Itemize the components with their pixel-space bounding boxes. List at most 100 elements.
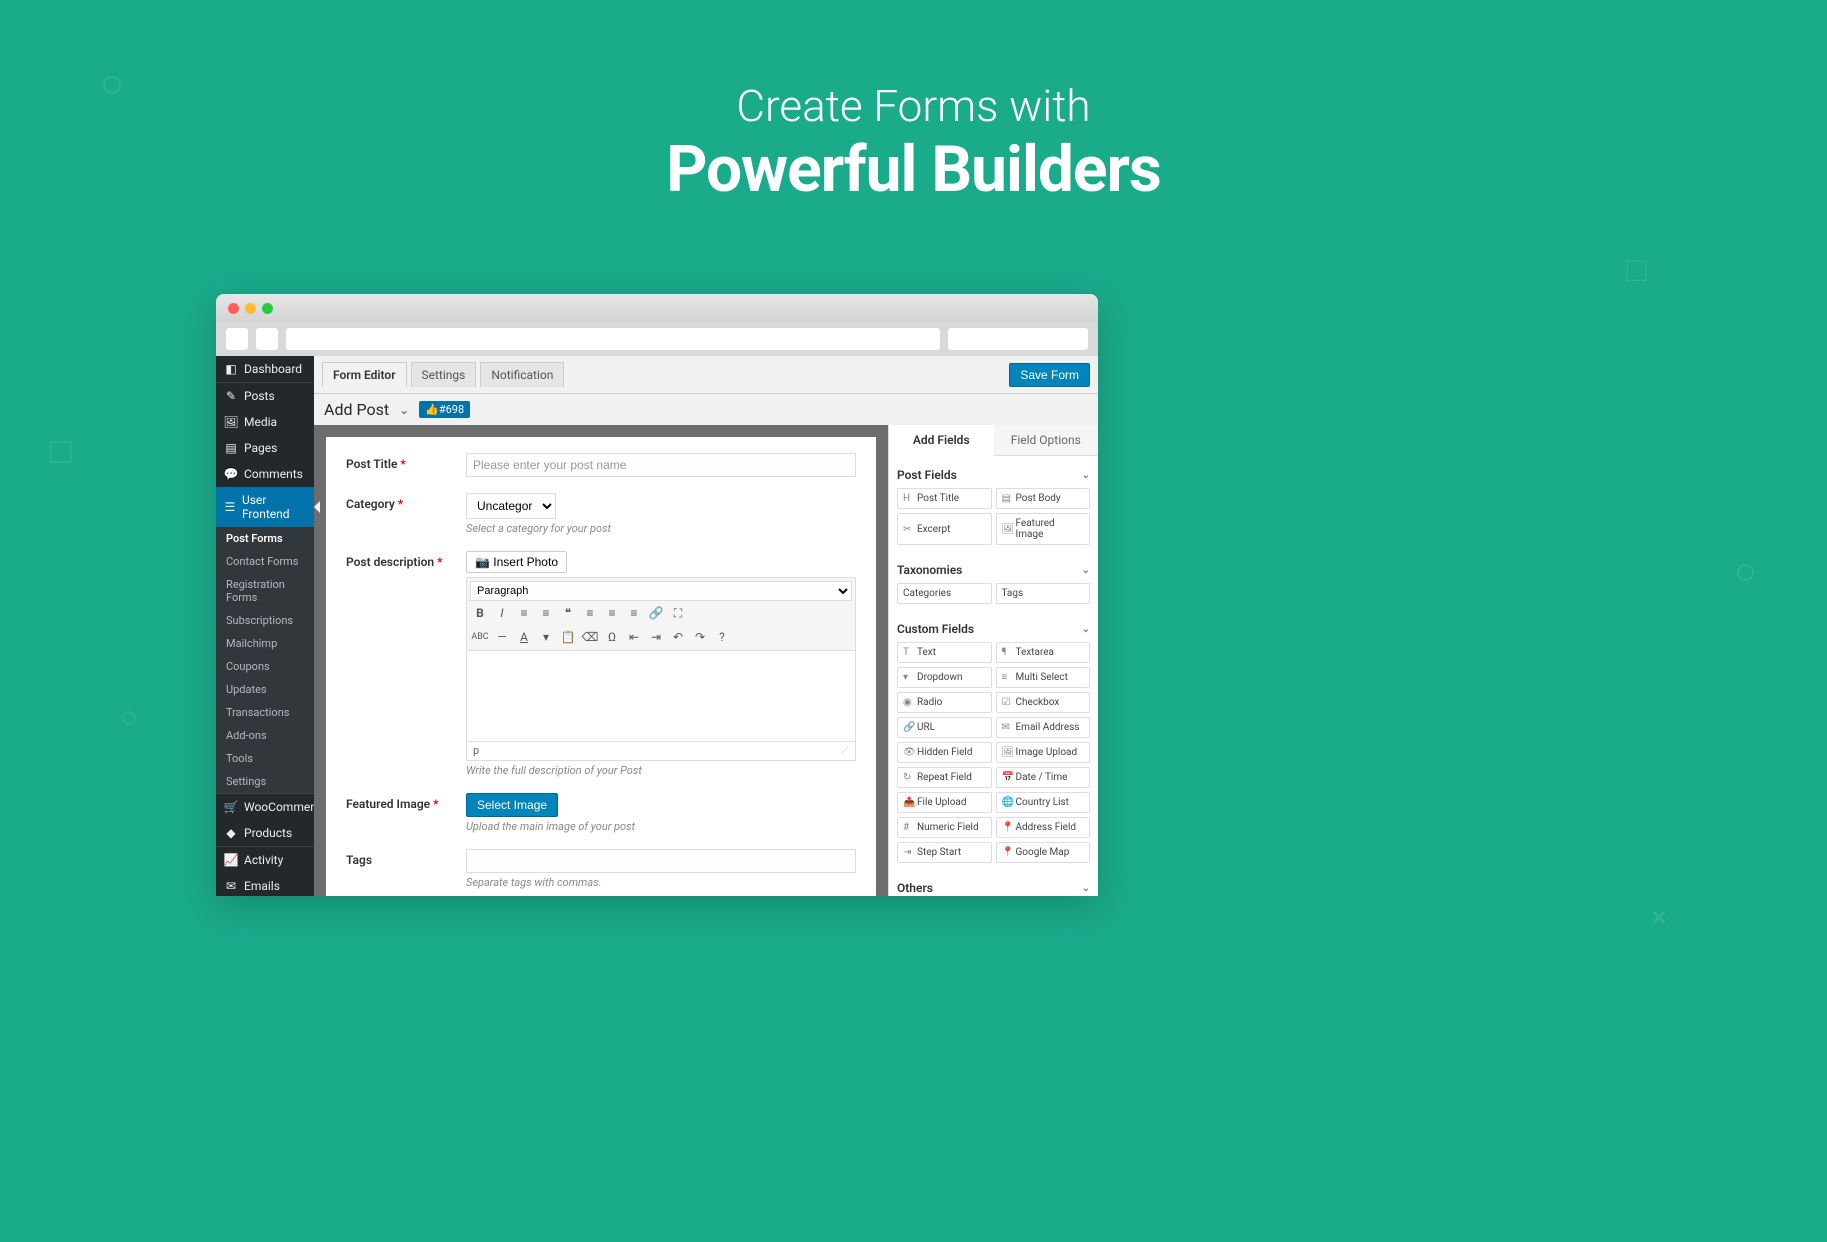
headline-line1: Create Forms with (0, 80, 1827, 132)
tags-input[interactable] (466, 849, 856, 873)
field-radio[interactable]: ◉Radio (897, 692, 992, 713)
resize-handle-icon[interactable]: ⟋ (841, 744, 849, 758)
strike-icon[interactable]: ABC (470, 627, 490, 647)
sidebar-sub-post-forms[interactable]: Post Forms (216, 527, 314, 550)
bullet-list-icon[interactable]: ≡ (514, 603, 534, 623)
sidebar-item-products[interactable]: ◆Products (216, 820, 314, 846)
field-excerpt[interactable]: ✂Excerpt (897, 513, 992, 545)
indent-icon[interactable]: ⇥ (646, 627, 666, 647)
browser-url-bar (216, 322, 1098, 356)
field-multi-select[interactable]: ≡Multi Select (996, 667, 1091, 688)
section-post-fields[interactable]: Post Fields⌄ (897, 462, 1090, 488)
sidebar-sub-coupons[interactable]: Coupons (216, 655, 314, 678)
description-editor[interactable] (467, 651, 855, 741)
field-address-field[interactable]: 📍Address Field (996, 817, 1091, 838)
sidebar-item-posts[interactable]: ✎Posts (216, 382, 314, 409)
post-title-input[interactable] (466, 453, 856, 477)
label-tags: Tags (346, 849, 466, 889)
special-char-icon[interactable]: Ω (602, 627, 622, 647)
align-right-icon[interactable]: ≡ (624, 603, 644, 623)
field-text[interactable]: TText (897, 642, 992, 663)
minimize-icon[interactable] (245, 303, 256, 314)
field-email-address[interactable]: ✉Email Address (996, 717, 1091, 738)
field-image-upload[interactable]: 🖼Image Upload (996, 742, 1091, 763)
align-center-icon[interactable]: ≡ (602, 603, 622, 623)
sidebar-item-dashboard[interactable]: ◧Dashboard (216, 356, 314, 382)
hr-icon[interactable]: — (492, 627, 512, 647)
tab-notification[interactable]: Notification (480, 362, 564, 387)
save-form-button[interactable]: Save Form (1009, 363, 1090, 387)
align-left-icon[interactable]: ≡ (580, 603, 600, 623)
bold-icon[interactable]: B (470, 603, 490, 623)
nav-button[interactable] (256, 328, 278, 350)
sidebar-sub-subscriptions[interactable]: Subscriptions (216, 609, 314, 632)
field-dropdown[interactable]: ▾Dropdown (897, 667, 992, 688)
section-others[interactable]: Others⌄ (897, 875, 1090, 896)
url-field[interactable] (286, 328, 940, 350)
field-repeat-field[interactable]: ↻Repeat Field (897, 767, 992, 788)
field-icon: 📍 (1002, 847, 1013, 858)
field-icon: 👁 (903, 747, 914, 758)
quote-icon[interactable]: ❝ (558, 603, 578, 623)
sidebar-sub-contact-forms[interactable]: Contact Forms (216, 550, 314, 573)
sidebar-sub-addons[interactable]: Add-ons (216, 724, 314, 747)
sidebar-sub-tools[interactable]: Tools (216, 747, 314, 770)
field-google-map[interactable]: 📍Google Map (996, 842, 1091, 863)
close-icon[interactable] (228, 303, 239, 314)
section-taxonomies[interactable]: Taxonomies⌄ (897, 557, 1090, 583)
fullscreen-icon[interactable]: ⛶ (668, 603, 688, 623)
category-select[interactable]: Uncategorized (466, 493, 556, 519)
field-featured-image[interactable]: 🖼Featured Image (996, 513, 1091, 545)
outdent-icon[interactable]: ⇤ (624, 627, 644, 647)
field-hidden-field[interactable]: 👁Hidden Field (897, 742, 992, 763)
field-numeric-field[interactable]: #Numeric Field (897, 817, 992, 838)
sidebar-item-pages[interactable]: ▤Pages (216, 435, 314, 461)
redo-icon[interactable]: ↷ (690, 627, 710, 647)
sidebar-item-woocommerce[interactable]: 🛒WooCommerce (216, 793, 314, 820)
nav-button[interactable] (226, 328, 248, 350)
sidebar-sub-updates[interactable]: Updates (216, 678, 314, 701)
section-custom-fields[interactable]: Custom Fields⌄ (897, 616, 1090, 642)
tab-field-options[interactable]: Field Options (994, 425, 1099, 456)
tab-settings[interactable]: Settings (411, 362, 477, 387)
insert-photo-button[interactable]: 📷 Insert Photo (466, 551, 567, 573)
field-file-upload[interactable]: 📤File Upload (897, 792, 992, 813)
field-step-start[interactable]: ⇥Step Start (897, 842, 992, 863)
maximize-icon[interactable] (262, 303, 273, 314)
link-icon[interactable]: 🔗 (646, 603, 666, 623)
undo-icon[interactable]: ↶ (668, 627, 688, 647)
field-url[interactable]: 🔗URL (897, 717, 992, 738)
help-icon[interactable]: ? (712, 627, 732, 647)
italic-icon[interactable]: I (492, 603, 512, 623)
select-image-button[interactable]: Select Image (466, 793, 558, 817)
field-tags[interactable]: Tags (996, 583, 1091, 604)
sidebar-item-activity[interactable]: 📈Activity (216, 846, 314, 873)
field-textarea[interactable]: ¶Textarea (996, 642, 1091, 663)
sidebar-item-user-frontend[interactable]: ☰User Frontend (216, 487, 314, 527)
tab-add-fields[interactable]: Add Fields (889, 425, 994, 456)
sidebar-item-comments[interactable]: 💬Comments (216, 461, 314, 487)
sidebar-sub-transactions[interactable]: Transactions (216, 701, 314, 724)
field-post-title[interactable]: HPost Title (897, 488, 992, 509)
sidebar-item-emails[interactable]: ✉Emails (216, 873, 314, 896)
clear-icon[interactable]: ⌫ (580, 627, 600, 647)
field-post-body[interactable]: ▤Post Body (996, 488, 1091, 509)
search-field[interactable] (948, 328, 1088, 350)
field-label: Textarea (1016, 647, 1055, 658)
textcolor-icon[interactable]: A (514, 627, 534, 647)
paste-icon[interactable]: 📋 (558, 627, 578, 647)
field-checkbox[interactable]: ☑Checkbox (996, 692, 1091, 713)
sidebar-sub-registration-forms[interactable]: Registration Forms (216, 573, 314, 609)
chevron-down-icon[interactable]: ⌄ (399, 403, 409, 417)
sidebar-sub-mailchimp[interactable]: Mailchimp (216, 632, 314, 655)
format-select[interactable]: Paragraph (470, 581, 852, 601)
field-date-time[interactable]: 📅Date / Time (996, 767, 1091, 788)
caret-icon[interactable]: ▾ (536, 627, 556, 647)
tab-form-editor[interactable]: Form Editor (322, 362, 407, 387)
sidebar-label: Products (244, 826, 292, 840)
sidebar-item-media[interactable]: 🖼Media (216, 409, 314, 435)
field-country-list[interactable]: 🌐Country List (996, 792, 1091, 813)
sidebar-sub-settings[interactable]: Settings (216, 770, 314, 793)
field-categories[interactable]: Categories (897, 583, 992, 604)
number-list-icon[interactable]: ≡ (536, 603, 556, 623)
